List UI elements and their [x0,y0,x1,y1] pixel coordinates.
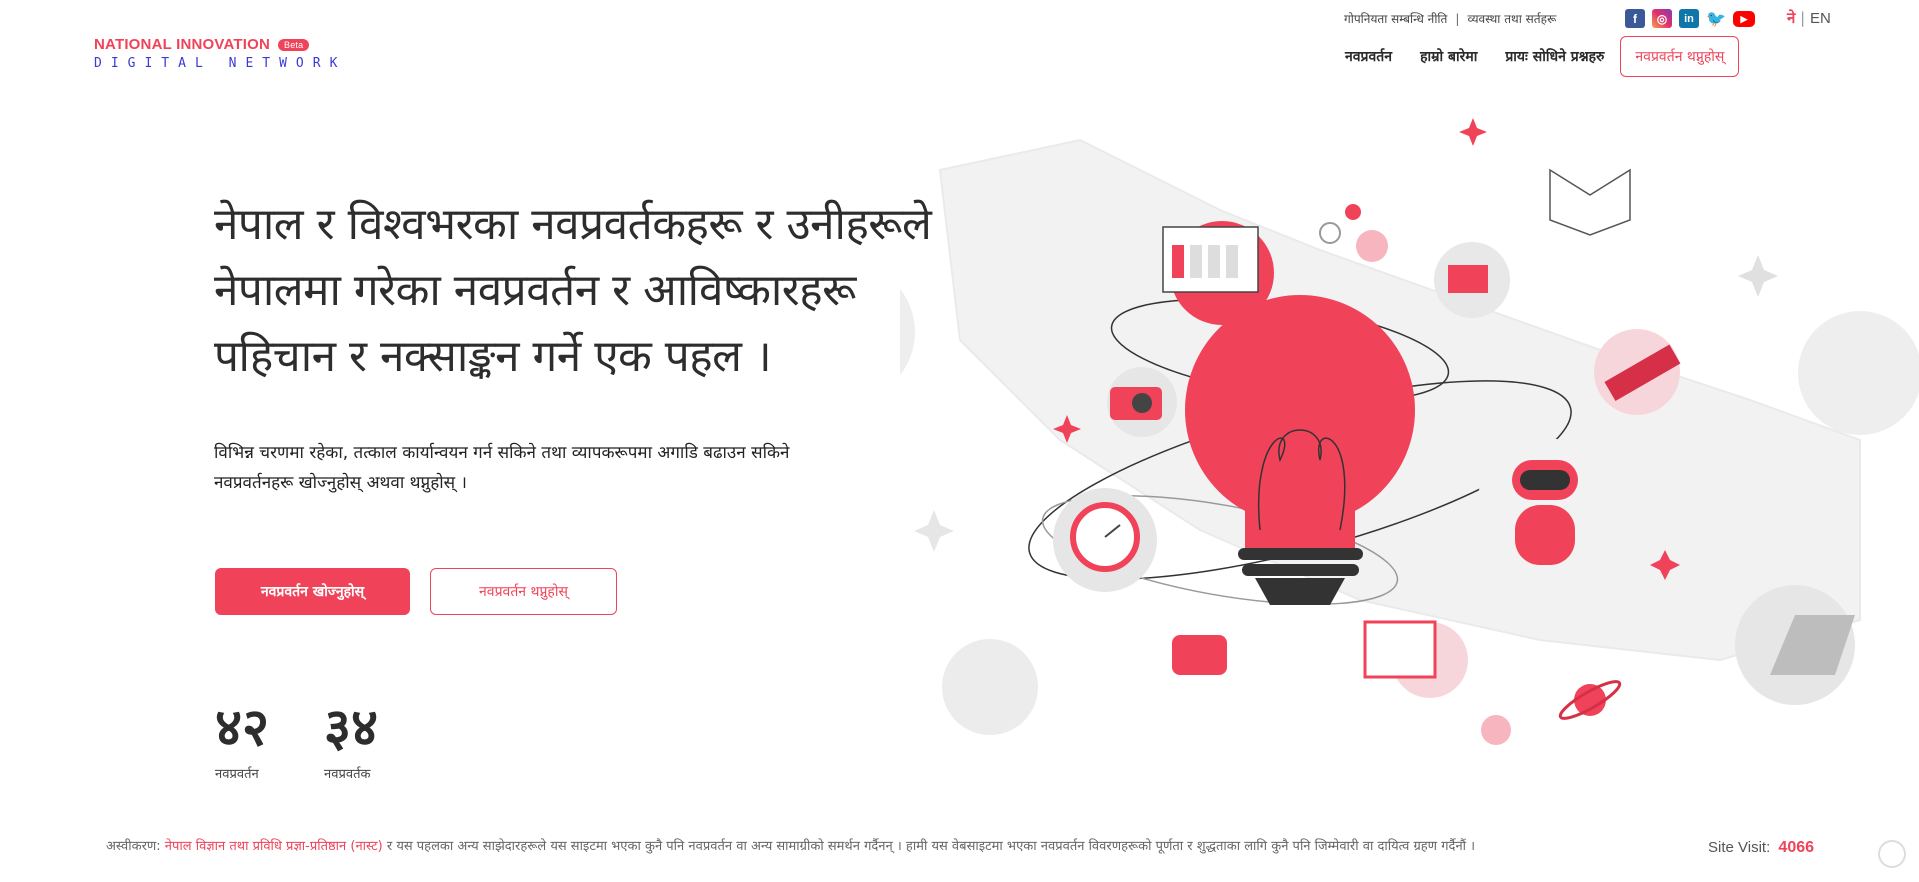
hero-subtitle: विभिन्न चरणमा रहेका, तत्काल कार्यान्वयन … [214,443,790,493]
facebook-icon[interactable]: f [1625,9,1645,28]
book-icon [1549,168,1631,236]
bg-circle [942,639,1038,735]
calendar-icon [1363,620,1437,679]
youtube-icon[interactable]: ▶ [1733,11,1755,27]
gear-icon [1319,222,1341,244]
nav-add-innovation-button[interactable]: नवप्रवर्तन थप्नुहोस् [1620,36,1740,77]
stat-label: नवप्रवर्तक [324,767,371,782]
hero-title: नेपाल र विश्वभरका नवप्रवर्तकहरू र उनीहरू… [214,199,932,382]
site-visit-count: 4066 [1778,839,1815,856]
disclaimer-text: अस्वीकरण: नेपाल विज्ञान तथा प्रविधि प्रज… [106,838,1646,856]
lang-separator: | [1800,9,1806,27]
stat-innovators: ३४ नवप्रवर्तक [324,700,378,782]
planet-icon [1574,684,1606,716]
disclaimer-prefix: अस्वीकरण: [106,839,165,854]
decor-dot [1481,715,1511,745]
twitter-icon[interactable]: 🐦 [1706,9,1726,28]
nav-innovation[interactable]: नवप्रवर्तन [1345,47,1392,66]
instagram-icon[interactable]: ◎ [1652,9,1672,28]
stat-innovations: ४२ नवप्रवर्तन [215,700,269,782]
top-utility-links: गोपनियता सम्बन्धि नीति | व्यवस्था तथा सर… [1344,10,1556,27]
stat-value: ३४ [324,698,379,758]
logo-subtitle: DIGITAL NETWORK [94,56,347,71]
language-switcher: ने | EN [1787,8,1831,28]
logo-name: NATIONAL INNOVATION [94,36,271,53]
linkedin-icon[interactable]: in [1679,9,1699,28]
site-logo[interactable]: NATIONAL INNOVATION Beta DIGITAL NETWORK [94,36,346,71]
lang-english[interactable]: EN [1810,10,1831,27]
mask-icon [1172,635,1227,675]
gear-icon [1356,230,1388,262]
add-innovation-button[interactable]: नवप्रवर्तन थप्नुहोस् [430,568,617,615]
social-links: f ◎ in 🐦 ▶ [1625,9,1755,28]
logo-title: NATIONAL INNOVATION Beta [94,36,346,53]
bg-circle [900,288,915,376]
image-icon [1448,265,1488,293]
stat-value: ४२ [215,698,270,758]
divider: | [1455,11,1460,26]
lightbulb-base [1245,480,1355,550]
sparkle-icon [1459,118,1487,146]
lang-nepali[interactable]: ने [1787,9,1795,27]
hero-illustration [900,118,1919,745]
beta-badge: Beta [278,38,310,51]
main-nav: नवप्रवर्तन हाम्रो बारेमा प्रायः सोधिने प… [1345,36,1740,77]
nav-faq[interactable]: प्रायः सोधिने प्रश्नहरु [1505,47,1604,66]
gear-icon [1345,204,1361,220]
sparkle-icon [914,510,954,552]
sparkle-icon [1738,255,1778,297]
site-visit-label: Site Visit: [1708,839,1771,856]
nav-about[interactable]: हाम्रो बारेमा [1420,47,1477,66]
disclaimer-body: र यस पहलका अन्य साझेदारहरूले यस साइटमा भ… [382,839,1476,854]
bg-circle [1798,311,1919,435]
terms-link[interactable]: व्यवस्था तथा सर्तहरू [1467,10,1556,27]
chat-widget-button[interactable] [1878,840,1906,868]
site-visit-counter: Site Visit: 4066 [1708,839,1814,857]
privacy-policy-link[interactable]: गोपनियता सम्बन्धि नीति [1344,10,1447,27]
disclaimer-org-link[interactable]: नेपाल विज्ञान तथा प्रविधि प्रज्ञा-प्रतिष… [165,839,383,854]
search-innovation-button[interactable]: नवप्रवर्तन खोज्नुहोस् [215,568,410,615]
stat-label: नवप्रवर्तन [215,767,259,782]
